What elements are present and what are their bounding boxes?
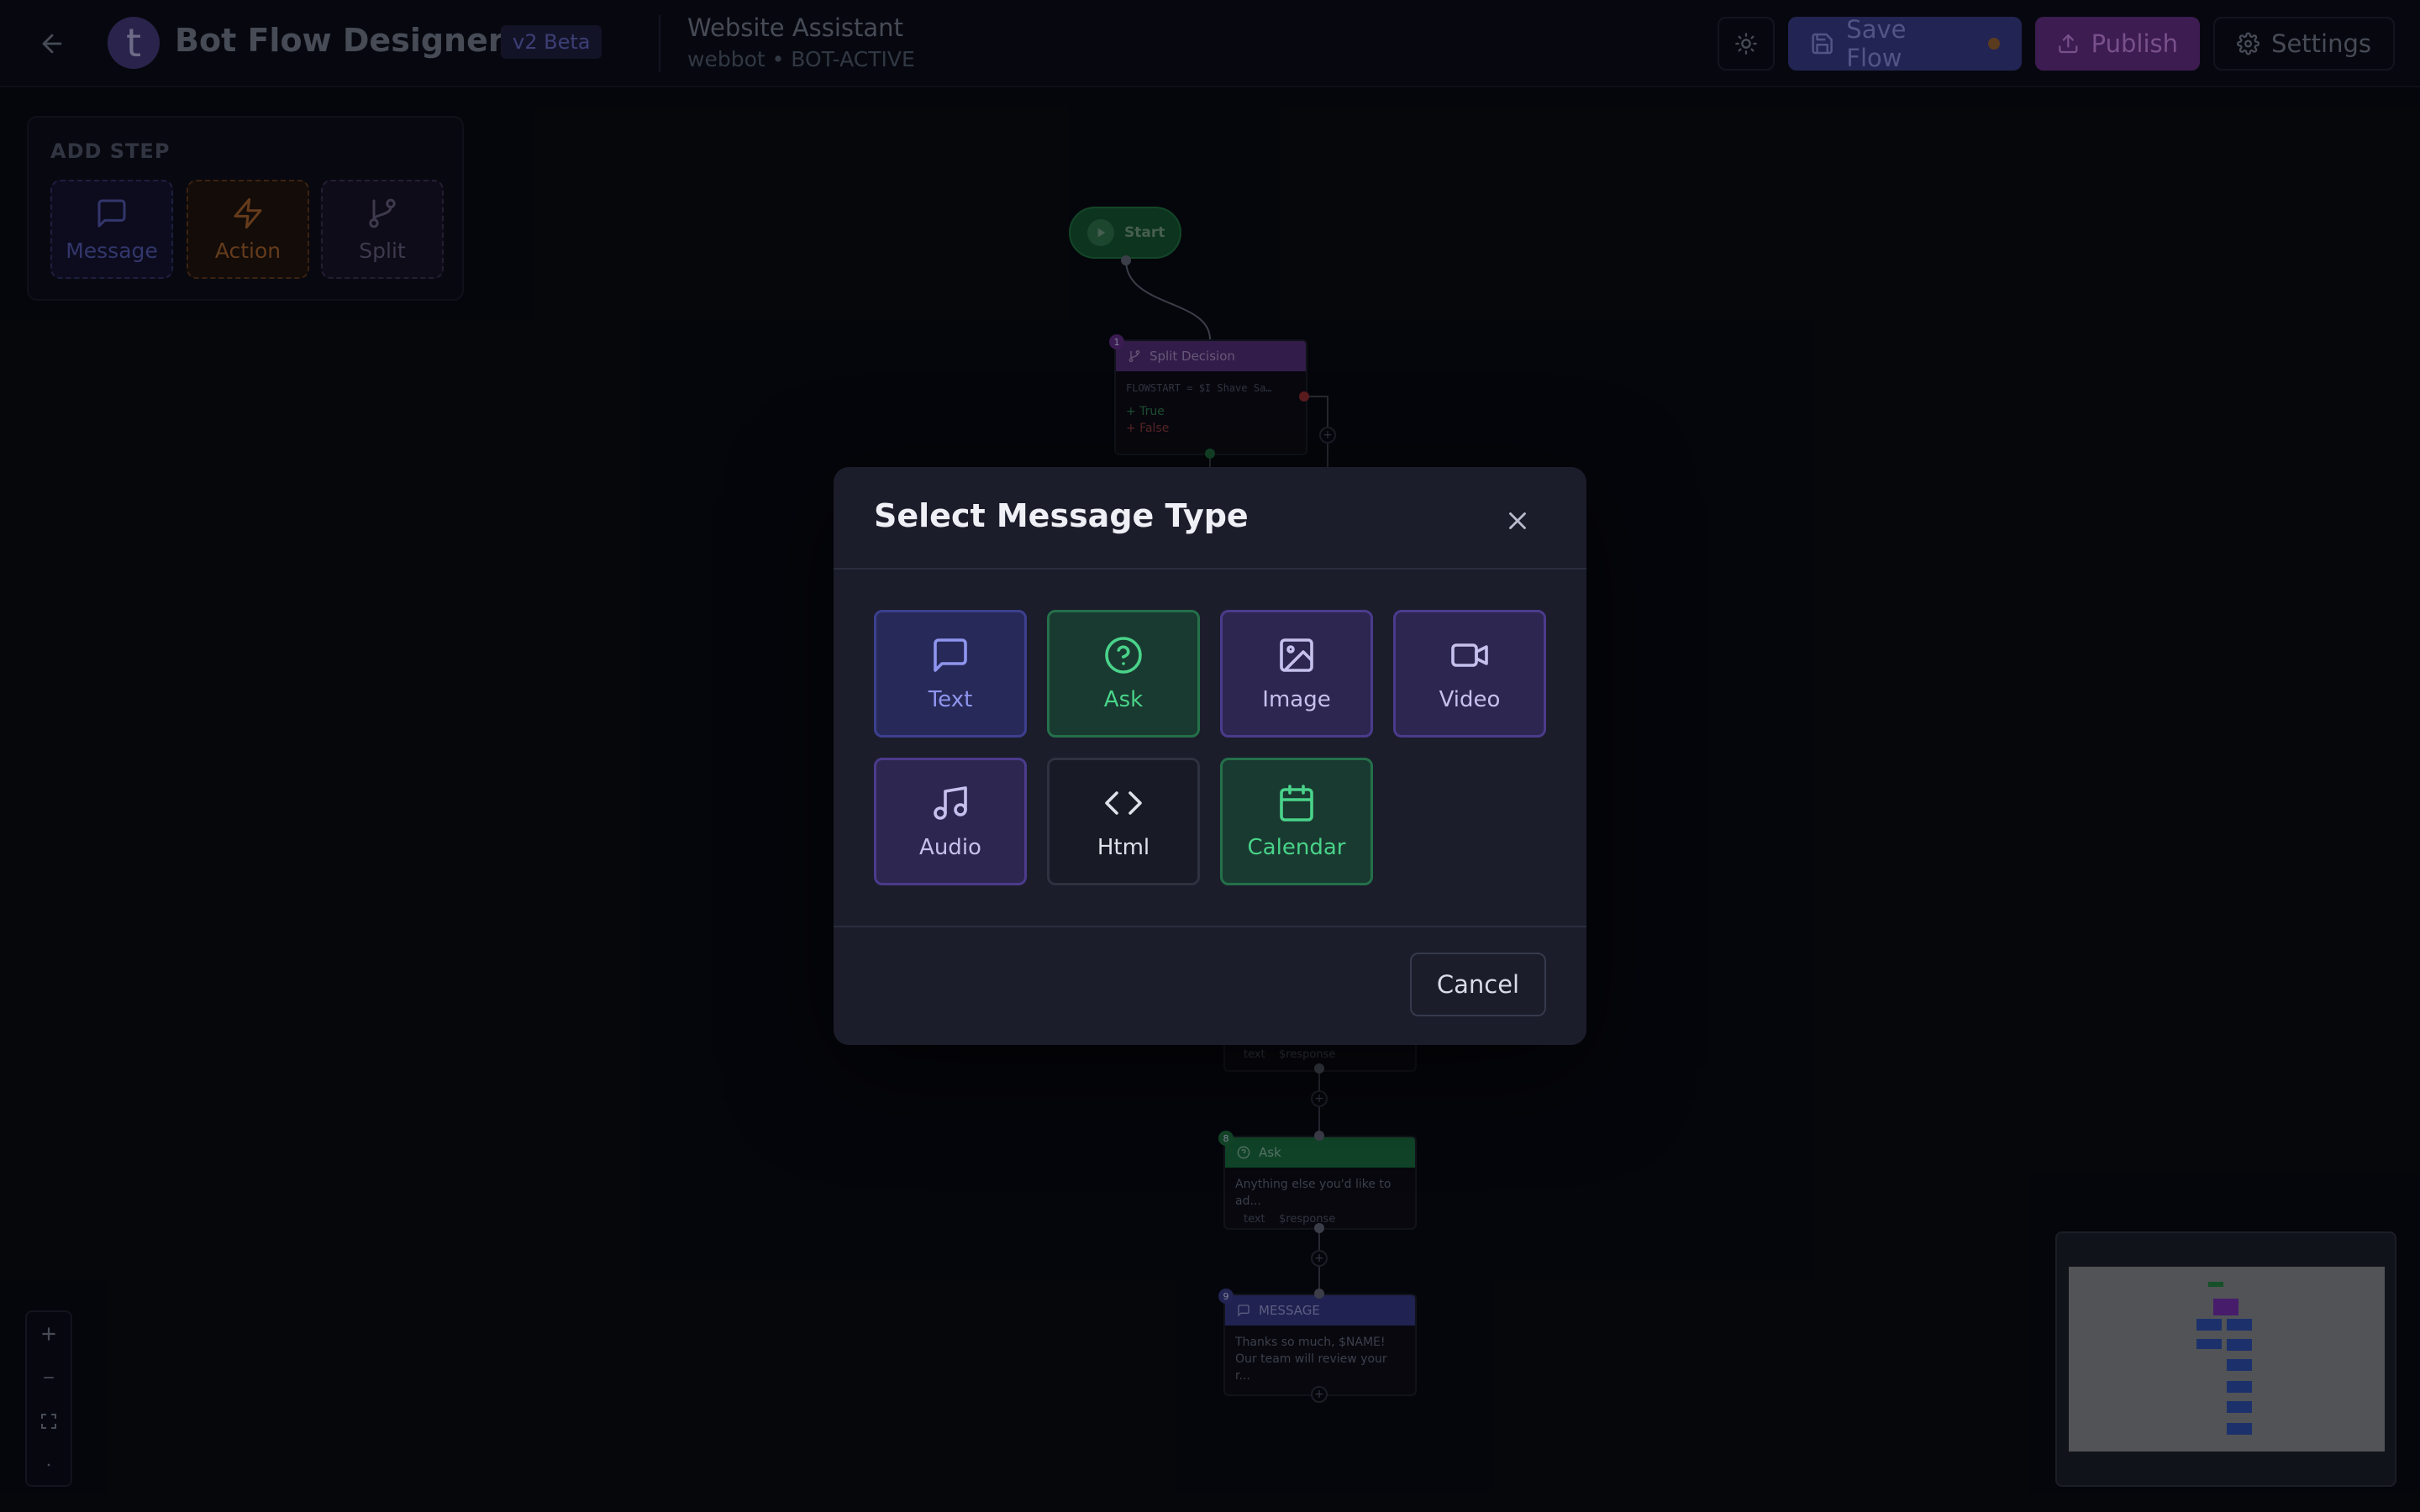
message-type-label: Image — [1262, 687, 1331, 712]
calendar-icon — [1280, 785, 1313, 822]
music-note-icon — [934, 786, 967, 820]
message-type-label: Video — [1439, 687, 1501, 712]
select-message-type-dialog: Select Message Type Text Ask Image Video… — [834, 467, 1586, 1045]
message-type-label: Ask — [1103, 687, 1144, 712]
code-icon — [1105, 791, 1142, 815]
app-root: t Bot Flow Designer v2 Beta Website Assi… — [0, 0, 2420, 1512]
dialog-title: Select Message Type — [874, 497, 1249, 534]
message-type-label: Html — [1097, 835, 1150, 860]
message-type-label: Audio — [919, 835, 981, 860]
chat-bubble-icon — [934, 638, 967, 672]
message-type-audio[interactable]: Audio — [874, 758, 1027, 885]
message-type-html[interactable]: Html — [1047, 758, 1200, 885]
dialog-divider — [834, 568, 1586, 570]
image-icon — [1280, 638, 1313, 672]
message-type-image[interactable]: Image — [1220, 610, 1373, 738]
question-circle-icon — [1105, 637, 1142, 674]
video-icon — [1451, 643, 1488, 667]
message-type-label: Calendar — [1247, 835, 1346, 860]
message-type-video[interactable]: Video — [1393, 610, 1546, 738]
message-type-calendar[interactable]: Calendar — [1220, 758, 1373, 885]
close-button[interactable] — [1497, 501, 1538, 541]
message-type-ask[interactable]: Ask — [1047, 610, 1200, 738]
cancel-button[interactable]: Cancel — [1410, 953, 1546, 1016]
message-type-text[interactable]: Text — [874, 610, 1027, 738]
message-type-label: Text — [928, 687, 973, 712]
dialog-footer-divider — [834, 926, 1586, 927]
close-icon — [1509, 512, 1526, 529]
